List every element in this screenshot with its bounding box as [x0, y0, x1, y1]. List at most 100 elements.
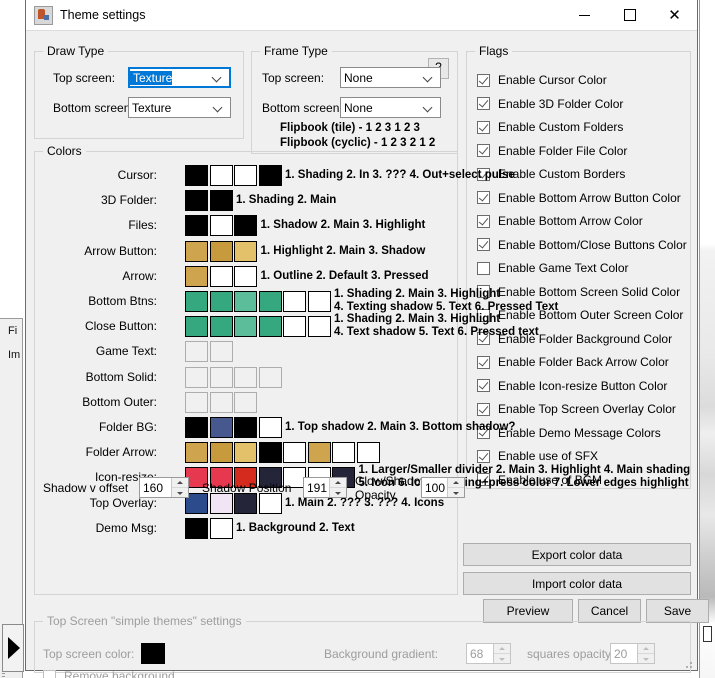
- color-swatch[interactable]: [209, 442, 233, 464]
- stepper-buttons[interactable]: [493, 644, 510, 663]
- color-swatch[interactable]: [234, 291, 257, 312]
- resize-grip[interactable]: [683, 659, 694, 670]
- color-swatch[interactable]: [185, 316, 208, 338]
- checkbox-checked-icon[interactable]: [477, 97, 490, 110]
- flag-row[interactable]: Enable Bottom/Close Buttons Color: [477, 235, 687, 255]
- titlebar[interactable]: Theme settings ✕: [26, 0, 697, 31]
- color-swatch[interactable]: [258, 291, 282, 312]
- color-swatch[interactable]: [209, 165, 233, 186]
- color-swatch[interactable]: [307, 442, 331, 464]
- play-icon[interactable]: [2, 624, 24, 672]
- color-swatch[interactable]: [209, 417, 233, 438]
- color-swatch[interactable]: [209, 265, 233, 287]
- stepper-down-icon[interactable]: [172, 488, 188, 497]
- preview-button[interactable]: Preview: [483, 599, 573, 623]
- remove-background-checkbox[interactable]: [43, 669, 56, 678]
- flag-row[interactable]: Enable Bottom Arrow Button Color: [477, 188, 681, 208]
- color-swatch[interactable]: [185, 291, 208, 312]
- color-swatch[interactable]: [185, 442, 208, 464]
- color-swatch[interactable]: [307, 316, 331, 338]
- background-gradient-stepper[interactable]: 68: [466, 643, 511, 664]
- color-swatch[interactable]: [258, 316, 282, 338]
- color-swatch[interactable]: [209, 215, 233, 237]
- checkbox-checked-icon[interactable]: [477, 402, 490, 416]
- color-swatch[interactable]: [185, 517, 208, 539]
- color-swatch[interactable]: [209, 492, 233, 514]
- stepper-down-icon[interactable]: [448, 488, 464, 497]
- color-swatch[interactable]: [185, 165, 208, 186]
- color-swatch[interactable]: [185, 190, 208, 212]
- stepper-buttons[interactable]: [447, 478, 464, 497]
- flag-row[interactable]: Enable Folder Back Arrow Color: [477, 352, 669, 372]
- stepper-up-icon[interactable]: [172, 478, 188, 488]
- stepper-up-icon[interactable]: [330, 478, 346, 488]
- checkbox-checked-icon[interactable]: [477, 191, 490, 204]
- close-button[interactable]: ✕: [652, 0, 697, 30]
- color-swatch[interactable]: [185, 417, 208, 438]
- cancel-button[interactable]: Cancel: [578, 599, 641, 623]
- flag-row[interactable]: Enable Icon-resize Button Color: [477, 376, 667, 396]
- flag-row[interactable]: Enable Top Screen Overlay Color: [477, 399, 676, 419]
- color-swatch[interactable]: [258, 492, 282, 514]
- flag-row[interactable]: Enable use of SFX: [477, 446, 598, 466]
- checkbox-checked-icon[interactable]: [477, 214, 490, 228]
- stepper-buttons[interactable]: [171, 478, 188, 497]
- color-swatch[interactable]: [234, 265, 257, 287]
- color-swatch[interactable]: [185, 240, 208, 262]
- color-swatch[interactable]: [258, 417, 282, 438]
- color-swatch[interactable]: [307, 291, 331, 312]
- checkbox-unchecked-icon[interactable]: [477, 261, 490, 275]
- color-swatch[interactable]: [234, 417, 257, 438]
- remove-background-checkbox-row[interactable]: Remove background: [43, 666, 175, 678]
- color-swatch[interactable]: [283, 316, 306, 338]
- squares-opacity-stepper[interactable]: 20: [610, 643, 655, 664]
- flag-row[interactable]: Enable 3D Folder Color: [477, 94, 623, 114]
- flag-row[interactable]: Enable Bottom Arrow Color: [477, 211, 643, 231]
- maximize-button[interactable]: [607, 0, 652, 30]
- checkbox-checked-icon[interactable]: [477, 144, 490, 157]
- checkbox-checked-icon[interactable]: [477, 449, 490, 463]
- import-color-data-button[interactable]: Import color data: [463, 572, 691, 595]
- shadow-position-stepper[interactable]: 191: [303, 477, 347, 498]
- checkbox-checked-icon[interactable]: [477, 238, 490, 251]
- color-swatch[interactable]: [356, 442, 380, 464]
- checkbox-checked-icon[interactable]: [477, 73, 490, 87]
- checkbox-checked-icon[interactable]: [477, 120, 490, 134]
- draw-type-top-combo[interactable]: Texture: [128, 67, 231, 88]
- draw-type-bottom-combo[interactable]: Texture: [128, 97, 231, 118]
- color-swatch[interactable]: [258, 165, 282, 186]
- color-swatch[interactable]: [185, 215, 208, 237]
- flag-row[interactable]: Enable Custom Folders: [477, 117, 623, 137]
- flag-row[interactable]: Enable Folder File Color: [477, 141, 627, 161]
- color-swatch[interactable]: [234, 165, 257, 186]
- color-swatch[interactable]: [209, 190, 233, 212]
- stepper-down-icon[interactable]: [494, 654, 510, 663]
- frame-type-top-combo[interactable]: None: [340, 67, 441, 88]
- flag-row[interactable]: Enable Cursor Color: [477, 70, 607, 90]
- stepper-up-icon[interactable]: [448, 478, 464, 488]
- checkbox-checked-icon[interactable]: [477, 355, 490, 369]
- color-swatch[interactable]: [234, 316, 257, 338]
- flag-row[interactable]: Enable Game Text Color: [477, 258, 629, 278]
- color-swatch[interactable]: [234, 215, 257, 237]
- color-swatch[interactable]: [234, 492, 257, 514]
- stepper-down-icon[interactable]: [330, 488, 346, 497]
- color-swatch[interactable]: [234, 240, 257, 262]
- minimize-button[interactable]: [562, 0, 607, 30]
- export-color-data-button[interactable]: Export color data: [463, 543, 691, 566]
- color-swatch[interactable]: [283, 291, 306, 312]
- stepper-up-icon[interactable]: [494, 644, 510, 654]
- checkbox-checked-icon[interactable]: [477, 379, 490, 392]
- color-swatch[interactable]: [283, 442, 306, 464]
- stepper-buttons[interactable]: [329, 478, 346, 497]
- stepper-down-icon[interactable]: [638, 654, 654, 663]
- color-swatch[interactable]: [258, 442, 282, 464]
- stepper-up-icon[interactable]: [638, 644, 654, 654]
- color-swatch[interactable]: [209, 316, 233, 338]
- color-swatch[interactable]: [332, 442, 355, 464]
- stepper-buttons[interactable]: [637, 644, 654, 663]
- top-screen-color-swatch[interactable]: [141, 643, 165, 664]
- color-swatch[interactable]: [209, 517, 233, 539]
- frame-type-bottom-combo[interactable]: None: [340, 97, 441, 118]
- color-swatch[interactable]: [234, 442, 257, 464]
